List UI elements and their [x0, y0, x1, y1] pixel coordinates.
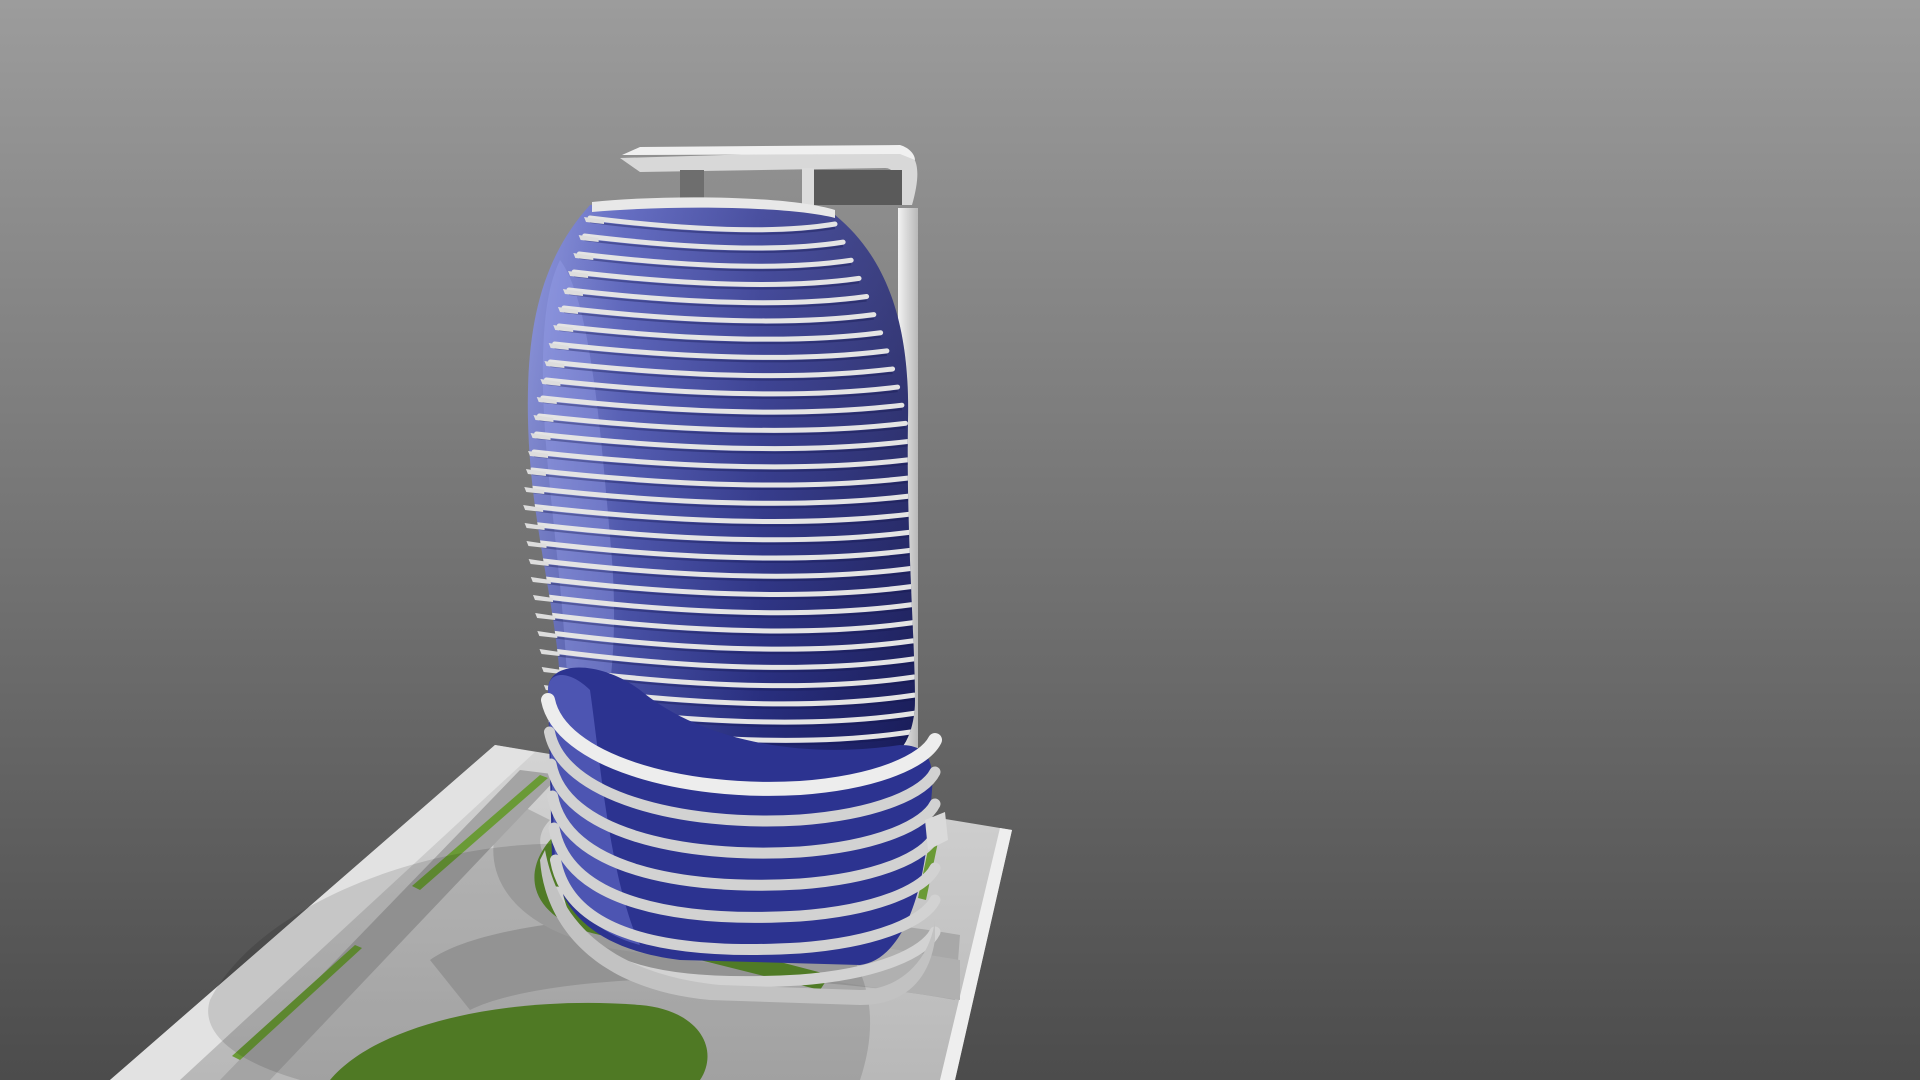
roof-screen [814, 170, 902, 205]
3d-viewport[interactable] [0, 0, 1920, 1080]
roof-support-right [802, 168, 814, 205]
tower-render [0, 0, 1920, 1080]
